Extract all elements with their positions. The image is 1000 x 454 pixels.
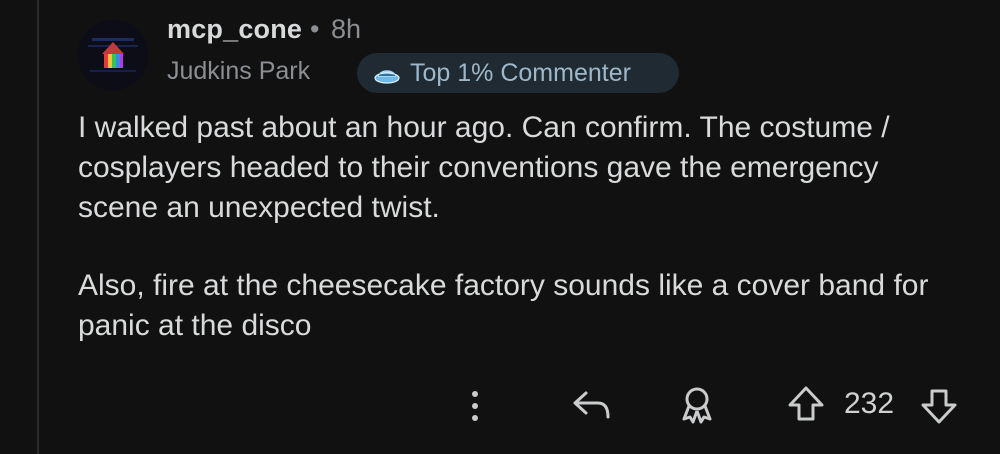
downvote-arrow-icon[interactable] [919, 387, 959, 425]
comment-paragraph: I walked past about an hour ago. Can con… [78, 111, 890, 224]
badge-label: Top 1% Commenter [410, 59, 631, 87]
comment-timestamp: 8h [331, 14, 362, 44]
vertical-ellipsis-icon[interactable] [463, 388, 487, 424]
avatar-image [78, 20, 148, 90]
user-flair: Judkins Park [167, 57, 311, 85]
top-commenter-badge[interactable]: Top 1% Commenter [357, 53, 679, 93]
upvote-arrow-icon[interactable] [786, 385, 826, 423]
commenter-hat-icon [374, 70, 400, 84]
comment-action-bar: 232 [0, 375, 1000, 435]
meta-separator: • [310, 14, 320, 44]
reply-arrow-icon[interactable] [570, 387, 614, 423]
comment-author[interactable]: mcp_cone [167, 14, 302, 45]
avatar[interactable] [78, 20, 148, 90]
comment-paragraph: Also, fire at the cheesecake factory sou… [78, 269, 929, 342]
vote-score: 232 [844, 387, 895, 420]
comment-body: I walked past about an hour ago. Can con… [78, 108, 958, 384]
award-icon[interactable] [676, 385, 718, 425]
